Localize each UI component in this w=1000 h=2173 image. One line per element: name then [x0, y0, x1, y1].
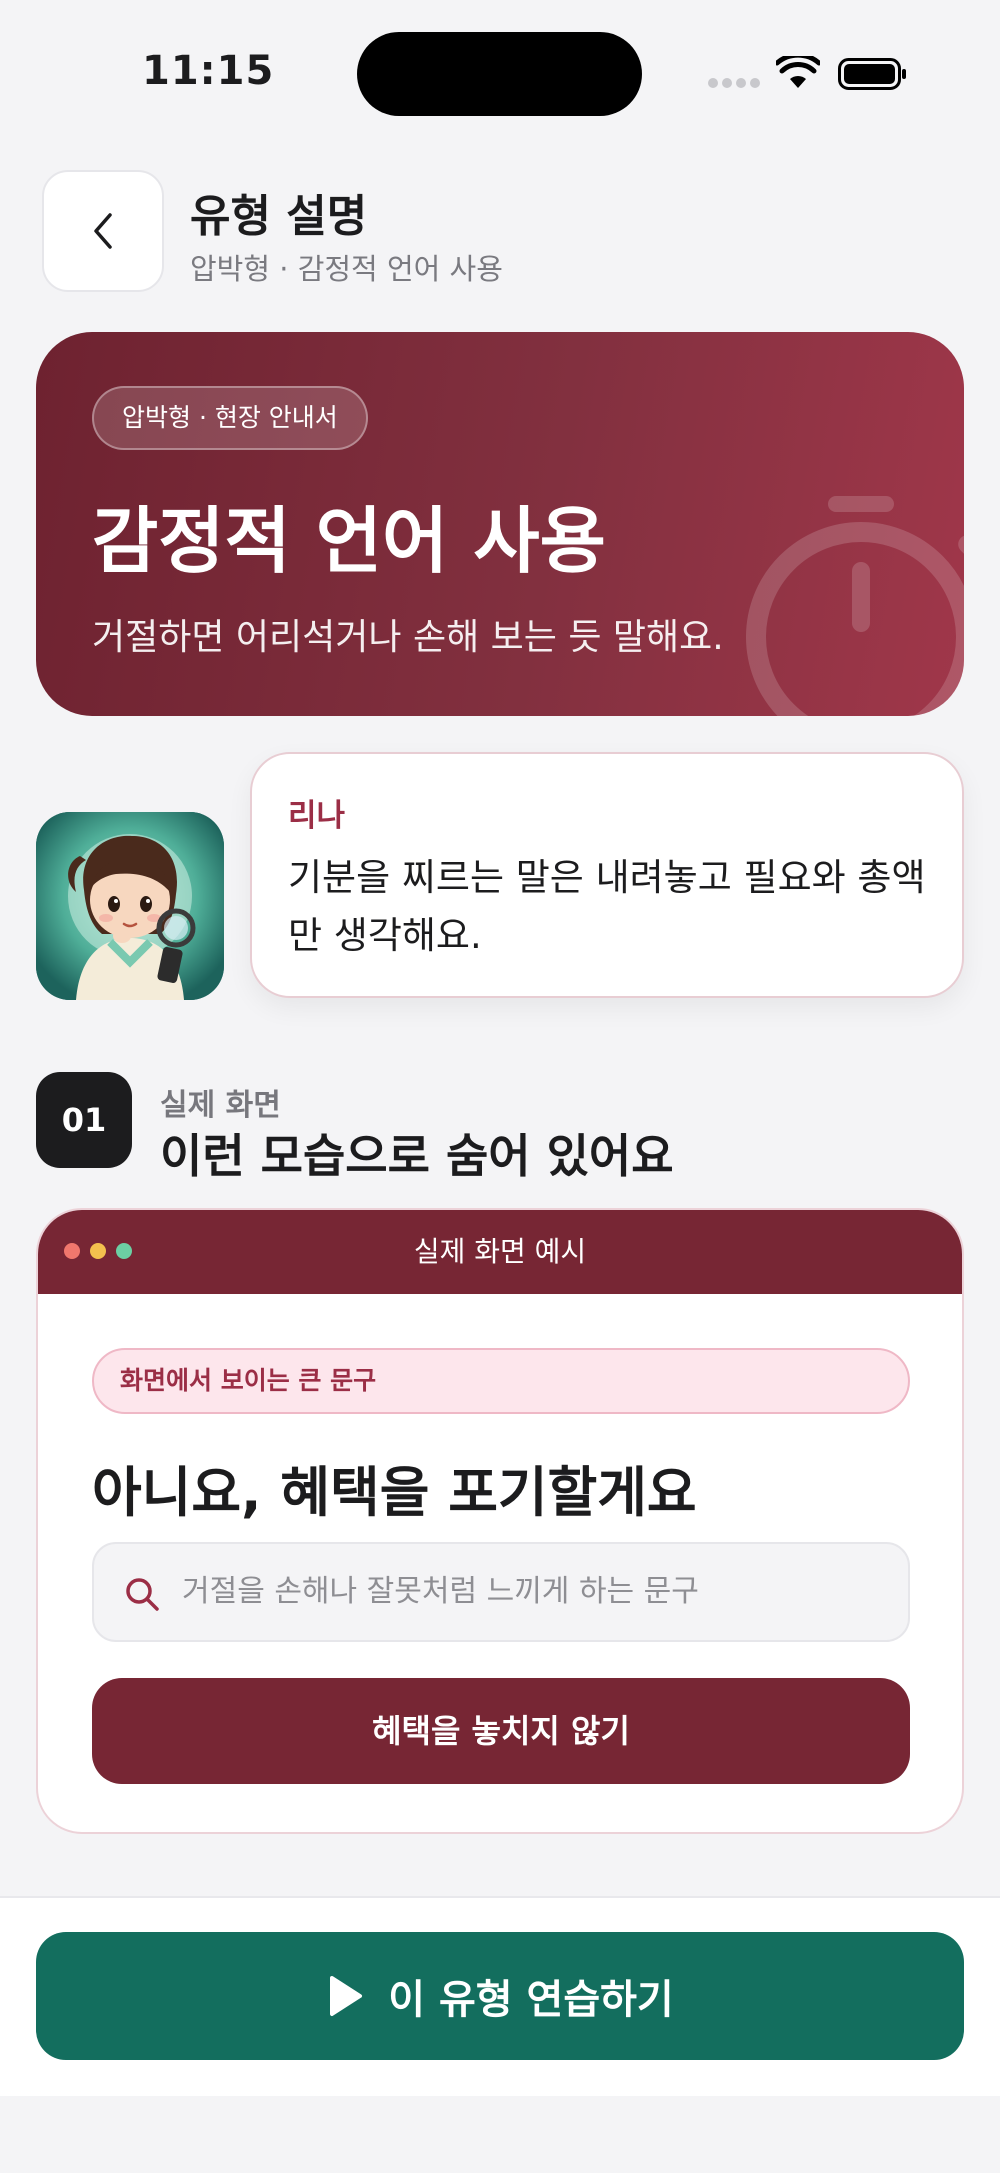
- battery-icon: [838, 58, 906, 90]
- character-speech-bubble: 리나 기분을 찌르는 말은 내려놓고 필요와 총액만 생각해요.: [250, 752, 964, 998]
- status-time: 11:15: [142, 48, 275, 94]
- character-avatar: [36, 812, 224, 1000]
- practice-button-label: 이 유형 연습하기: [388, 1977, 674, 2023]
- example-search-field[interactable]: 거절을 손해나 잘못처럼 느끼게 하는 문구: [92, 1542, 910, 1642]
- practice-button[interactable]: 이 유형 연습하기: [36, 1932, 964, 2060]
- play-icon: [330, 1976, 363, 2016]
- back-button[interactable]: [42, 170, 164, 292]
- character-name: 리나: [288, 798, 346, 834]
- search-icon: [126, 1578, 159, 1611]
- page-title: 유형 설명: [190, 191, 368, 242]
- hero-title: 감정적 언어 사용: [92, 499, 606, 583]
- signal-icon: [708, 78, 760, 88]
- dynamic-island: [357, 32, 642, 116]
- section-number-badge: 01: [36, 1072, 132, 1168]
- character-message: 기분을 찌르는 말은 내려놓고 필요와 총액만 생각해요.: [288, 856, 926, 957]
- hero-description: 거절하면 어리석거나 손해 보는 듯 말해요.: [92, 617, 724, 658]
- example-keep-benefit-button[interactable]: 혜택을 놓치지 않기: [92, 1678, 910, 1784]
- example-bar-title: 실제 화면 예시: [413, 1235, 587, 1268]
- example-window-bar: 실제 화면 예시: [38, 1210, 962, 1294]
- example-tag: 화면에서 보이는 큰 문구: [92, 1348, 910, 1414]
- stopwatch-icon: [746, 496, 964, 716]
- section-kicker: 실제 화면: [160, 1088, 281, 1123]
- example-heading: 아니요, 혜택을 포기할게요: [92, 1461, 697, 1524]
- section-title: 이런 모습으로 숨어 있어요: [160, 1129, 674, 1183]
- hero-card: 압박형 · 현장 안내서 감정적 언어 사용 거절하면 어리석거나 손해 보는 …: [36, 332, 964, 716]
- example-screen-card: 실제 화면 예시 화면에서 보이는 큰 문구 아니요, 혜택을 포기할게요 거절…: [36, 1208, 964, 1834]
- status-bar: 11:15: [0, 0, 1000, 150]
- bottom-action-bar: 이 유형 연습하기: [0, 1896, 1000, 2096]
- search-placeholder: 거절을 손해나 잘못처럼 느끼게 하는 문구: [182, 1574, 699, 1609]
- page-subtitle: 압박형 · 감정적 언어 사용: [190, 252, 503, 286]
- chevron-left-icon: [94, 213, 112, 249]
- wifi-icon: [776, 56, 820, 88]
- hero-badge: 압박형 · 현장 안내서: [92, 386, 368, 450]
